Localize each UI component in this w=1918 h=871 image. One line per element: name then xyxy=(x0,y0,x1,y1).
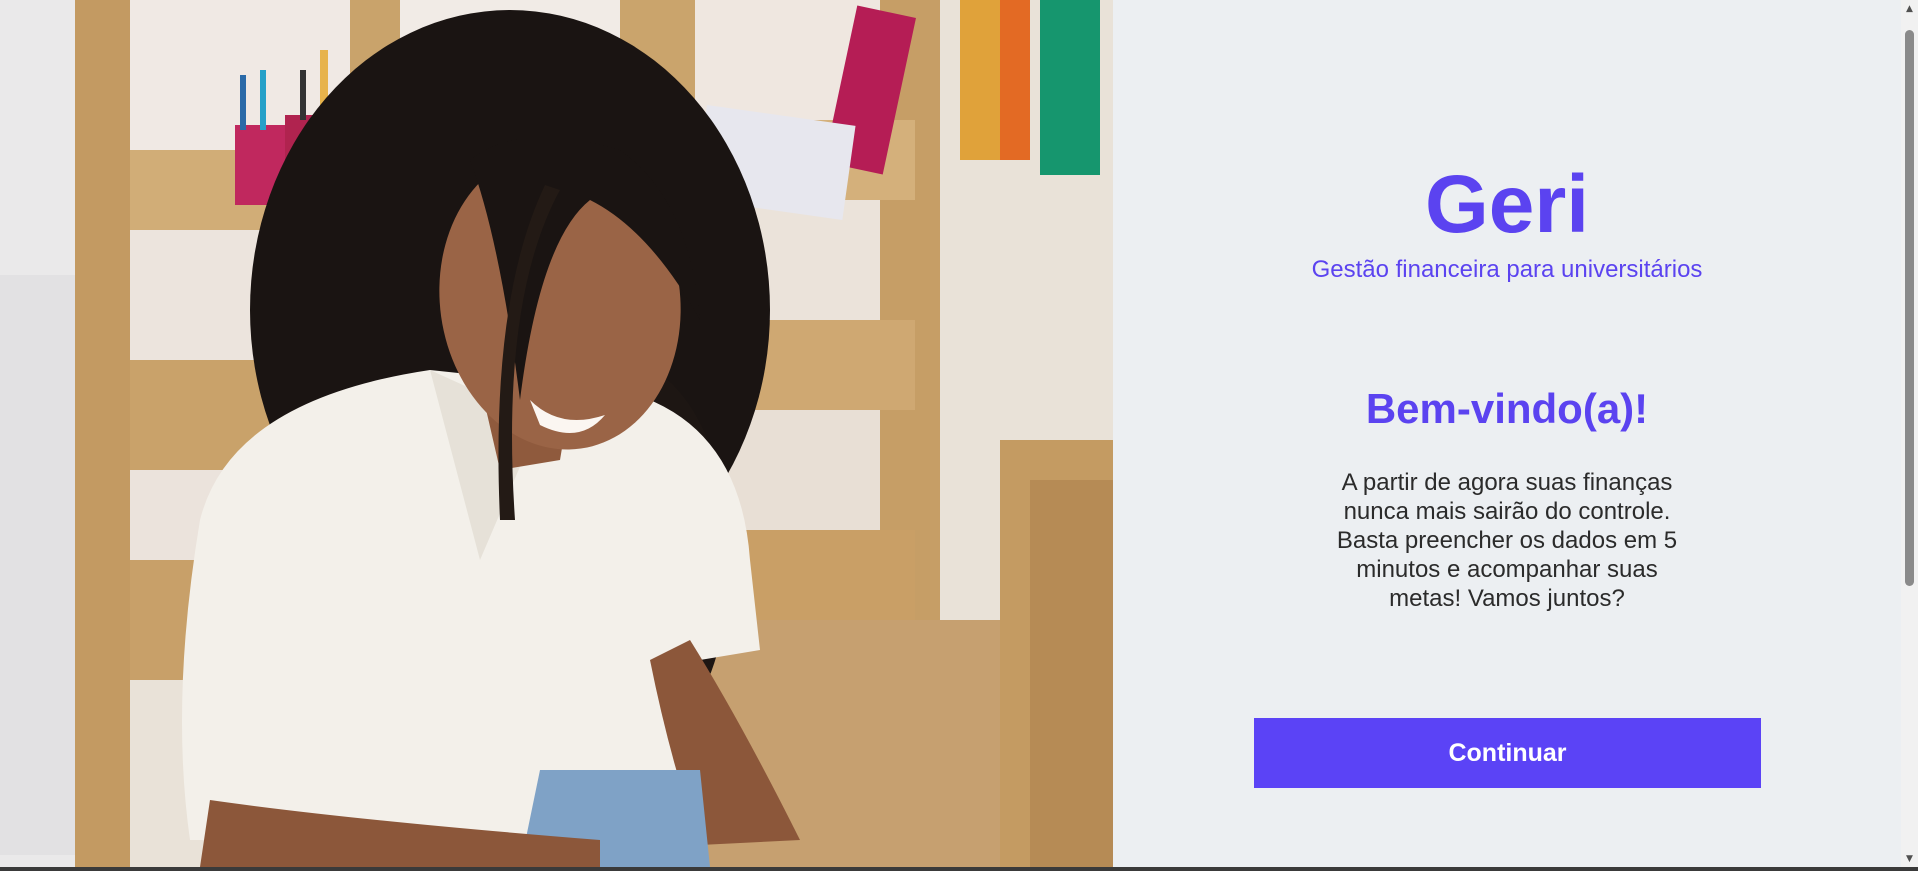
window-bottom-edge xyxy=(0,867,1918,871)
hero-photo xyxy=(0,0,1113,867)
welcome-panel: Geri Gestão financeira para universitári… xyxy=(1113,0,1901,867)
arrow-up-icon[interactable]: ▲ xyxy=(1901,0,1918,17)
scrollbar-thumb[interactable] xyxy=(1905,30,1914,586)
woman-smiling-photo xyxy=(0,0,1113,867)
welcome-message: A partir de agora suas finanças nunca ma… xyxy=(1336,469,1678,612)
welcome-title: Bem-vindo(a)! xyxy=(1365,385,1649,432)
arrow-down-icon[interactable]: ▼ xyxy=(1901,850,1918,867)
welcome-screen: Geri Gestão financeira para universitári… xyxy=(0,0,1918,871)
vertical-scrollbar[interactable]: ▲ ▼ xyxy=(1901,0,1918,867)
continue-button[interactable]: Continuar xyxy=(1254,718,1761,788)
brand-tagline: Gestão financeira para universitários xyxy=(1311,256,1703,283)
brand-logo: Geri xyxy=(1424,159,1590,250)
